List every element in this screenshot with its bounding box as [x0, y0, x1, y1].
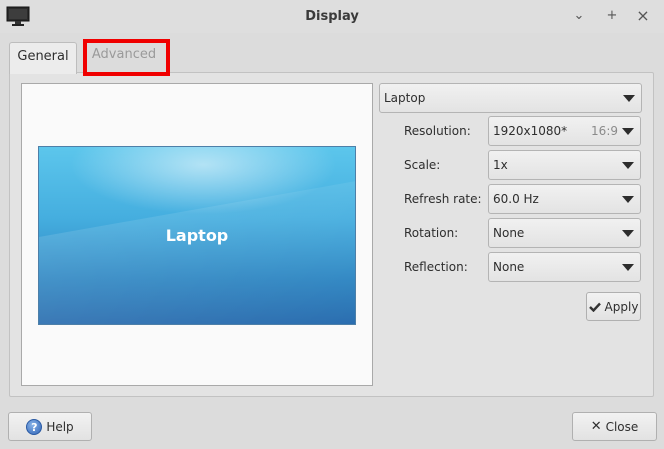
- help-button-label: Help: [46, 419, 74, 434]
- close-x-icon: ✕: [590, 419, 602, 434]
- maximize-icon: +: [606, 8, 618, 23]
- close-button-label: Close: [605, 419, 639, 434]
- tab-general[interactable]: General: [9, 42, 77, 74]
- refresh-rate-value: 60.0 Hz: [493, 192, 539, 206]
- chevron-down-icon: [622, 264, 634, 271]
- refresh-rate-label: Refresh rate:: [404, 192, 482, 206]
- advanced-tab-highlight: [83, 39, 170, 76]
- chevron-down-icon: [622, 162, 634, 169]
- chevron-down-icon: [623, 95, 635, 102]
- maximize-button[interactable]: +: [603, 7, 621, 25]
- scale-value: 1x: [493, 158, 508, 172]
- minimize-button[interactable]: ⌄: [570, 7, 588, 25]
- display-preview-laptop[interactable]: Laptop: [38, 146, 356, 325]
- minimize-icon: ⌄: [573, 8, 585, 23]
- rotation-value: None: [493, 226, 525, 240]
- help-icon: ?: [26, 418, 43, 435]
- chevron-down-icon: [622, 196, 634, 203]
- close-window-button[interactable]: ×: [634, 7, 652, 25]
- title-bar: Display ⌄ + ×: [0, 0, 664, 33]
- refresh-rate-select[interactable]: 60.0 Hz: [488, 184, 641, 214]
- rotation-label: Rotation:: [404, 226, 459, 240]
- display-preview-label: Laptop: [165, 226, 229, 245]
- display-select-value: Laptop: [384, 91, 426, 105]
- display-select[interactable]: Laptop: [379, 83, 642, 113]
- resolution-aspect: 16:9: [591, 124, 618, 138]
- checkmark-icon: [588, 302, 601, 312]
- scale-label: Scale:: [404, 158, 441, 172]
- scale-select[interactable]: 1x: [488, 150, 641, 180]
- apply-button[interactable]: Apply: [586, 292, 641, 321]
- close-button[interactable]: ✕ Close: [572, 412, 657, 441]
- help-button[interactable]: ? Help: [8, 412, 92, 441]
- reflection-select[interactable]: None: [488, 252, 641, 282]
- chevron-down-icon: [622, 128, 634, 135]
- close-icon: ×: [636, 6, 650, 25]
- window-title: Display: [305, 9, 359, 24]
- rotation-select[interactable]: None: [488, 218, 641, 248]
- resolution-select[interactable]: 1920x1080* 16:9: [488, 116, 641, 146]
- chevron-down-icon: [622, 230, 634, 237]
- reflection-value: None: [493, 260, 525, 274]
- reflection-label: Reflection:: [404, 260, 468, 274]
- apply-button-label: Apply: [604, 299, 639, 314]
- screen-shine: [39, 175, 355, 324]
- resolution-label: Resolution:: [404, 124, 471, 138]
- resolution-value: 1920x1080*: [493, 124, 568, 138]
